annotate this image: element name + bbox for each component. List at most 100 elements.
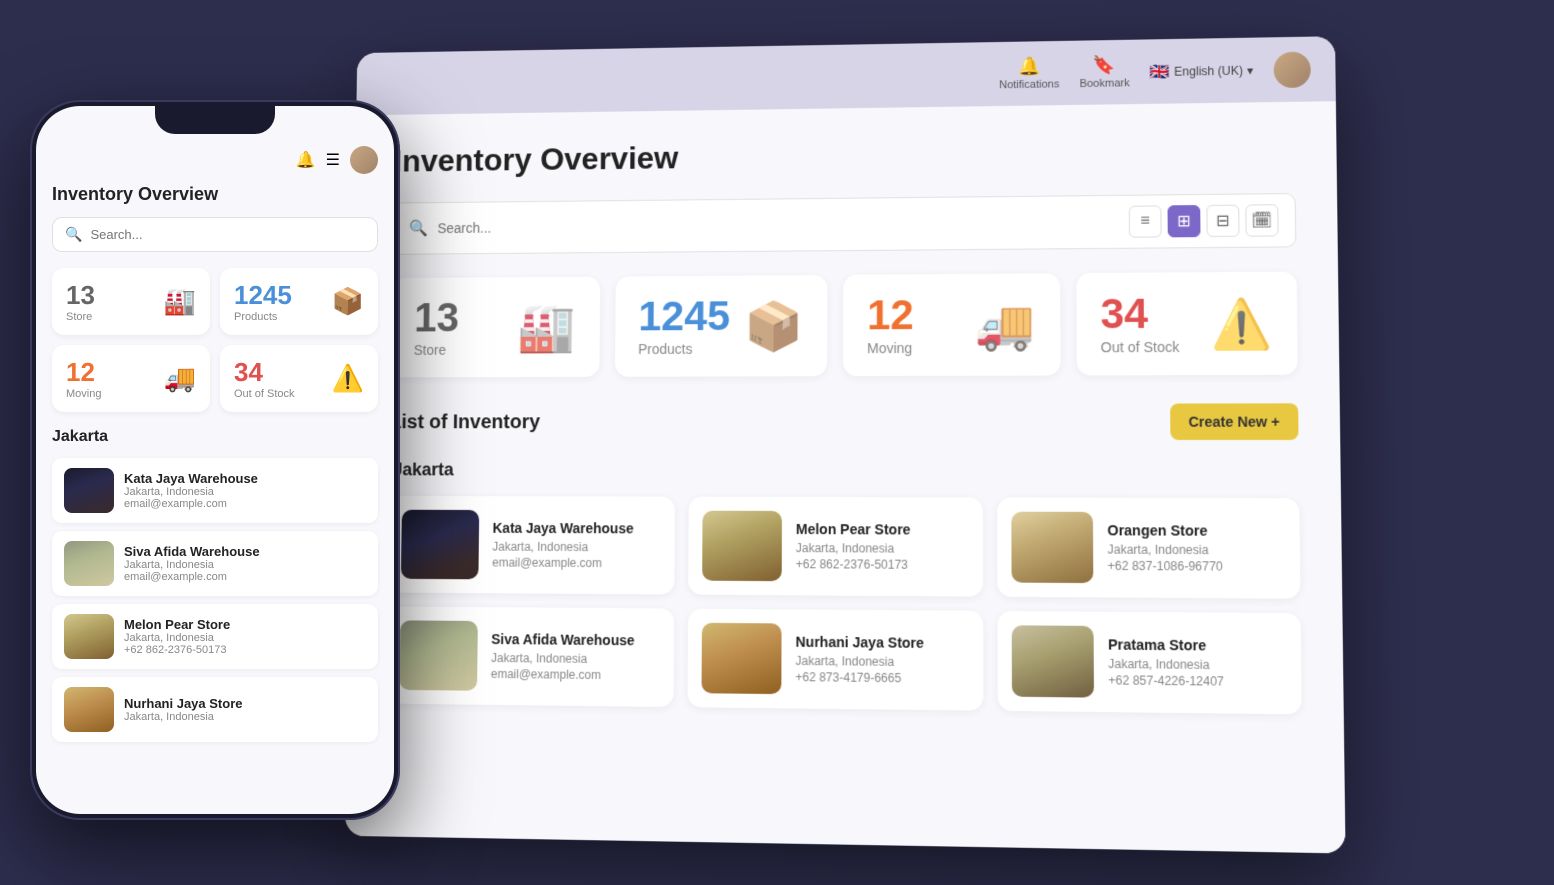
inventory-card-4[interactable]: Nurhani Jaya Store Jakarta, Indonesia +6…	[688, 609, 984, 711]
create-new-button[interactable]: Create New +	[1170, 403, 1299, 440]
phone-list-name-1: Siva Afida Warehouse	[124, 544, 260, 559]
inventory-image-2	[1011, 512, 1093, 583]
phone-city-name: Jakarta	[52, 428, 378, 446]
store-contact-5: +62 857-4226-12407	[1108, 673, 1224, 689]
inventory-card-2[interactable]: Orangen Store Jakarta, Indonesia +62 837…	[997, 497, 1300, 598]
phone-bell-icon[interactable]: 🔔	[296, 150, 316, 170]
inventory-card-3[interactable]: Siva Afida Warehouse Jakarta, Indonesia …	[386, 606, 675, 707]
phone-content: 🔔 ☰ Inventory Overview 🔍 13 Store	[36, 106, 394, 814]
phone-list-item-3[interactable]: Nurhani Jaya Store Jakarta, Indonesia	[52, 677, 378, 742]
inventory-info-2: Orangen Store Jakarta, Indonesia +62 837…	[1107, 522, 1223, 574]
phone-stat-number-oos: 34	[234, 357, 295, 388]
store-location-1: Jakarta, Indonesia	[796, 541, 911, 556]
language-selector[interactable]: 🇬🇧 English (UK) ▾	[1150, 60, 1254, 82]
phone-search-input[interactable]	[90, 227, 365, 242]
phone-truck-icon: 🚚	[164, 363, 196, 394]
phone-products-icon: 📦	[332, 286, 364, 317]
stat-card-products: 1245 Products 📦	[614, 275, 827, 377]
stat-card-store: 13 Store 🏭	[390, 277, 599, 378]
grid-view-button[interactable]: ⊞	[1168, 205, 1201, 237]
stat-label-products: Products	[638, 341, 730, 357]
store-location-4: Jakarta, Indonesia	[795, 654, 924, 669]
phone-stat-label-store: Store	[66, 311, 95, 323]
section-header: List of Inventory Create New +	[389, 403, 1298, 440]
store-name-4: Nurhani Jaya Store	[795, 634, 923, 651]
search-icon: 🔍	[409, 219, 428, 239]
compact-view-button[interactable]: ⊟	[1206, 205, 1239, 237]
truck-icon: 🚚	[975, 296, 1036, 353]
phone-stat-label-moving: Moving	[66, 388, 101, 400]
phone-stat-number-store: 13	[66, 280, 95, 311]
phone-search-bar: 🔍	[52, 217, 378, 252]
phone-list-img-0	[64, 468, 114, 513]
city-name: Jakarta	[389, 460, 1299, 482]
notifications-label: Notifications	[999, 78, 1059, 91]
search-input[interactable]	[437, 214, 1118, 236]
inventory-info-5: Pratama Store Jakarta, Indonesia +62 857…	[1108, 636, 1224, 688]
stat-info-products: 1245 Products	[638, 295, 730, 357]
inventory-image-5	[1012, 625, 1094, 697]
bell-icon: 🔔	[1018, 56, 1041, 77]
store-name-2: Orangen Store	[1107, 522, 1222, 539]
store-name-5: Pratama Store	[1108, 636, 1224, 653]
phone-stat-number-products: 1245	[234, 280, 292, 311]
stat-info-store: 13 Store	[414, 297, 460, 358]
phone-stat-products: 1245 Products 📦	[220, 268, 378, 335]
desktop-window: 🔔 Notifications 🔖 Bookmark 🇬🇧 English (U…	[345, 36, 1346, 853]
stat-card-out-of-stock: 34 Out of Stock ⚠️	[1076, 272, 1298, 376]
phone-list-loc-3: Jakarta, Indonesia	[124, 711, 243, 723]
view-controls: ≡ ⊞ ⊟ 🗓	[1129, 204, 1279, 237]
phone-list-img-3	[64, 687, 114, 732]
stat-number-moving: 12	[867, 294, 914, 336]
inventory-card-5[interactable]: Pratama Store Jakarta, Indonesia +62 857…	[997, 611, 1301, 714]
phone-list-item-2[interactable]: Melon Pear Store Jakarta, Indonesia +62 …	[52, 604, 378, 669]
avatar[interactable]	[1274, 51, 1311, 88]
search-bar: 🔍 ≡ ⊞ ⊟ 🗓	[392, 193, 1296, 255]
inventory-image-3	[399, 620, 478, 690]
inventory-grid: Kata Jaya Warehouse Jakarta, Indonesia e…	[386, 496, 1302, 714]
phone-list-contact-1: email@example.com	[124, 571, 260, 583]
phone-warehouse-icon: 🏭	[164, 286, 196, 317]
phone-list: Kata Jaya Warehouse Jakarta, Indonesia e…	[52, 458, 378, 742]
phone-stat-moving: 12 Moving 🚚	[52, 345, 210, 412]
inventory-image-1	[702, 511, 782, 581]
inventory-card-0[interactable]: Kata Jaya Warehouse Jakarta, Indonesia e…	[387, 496, 675, 595]
phone-list-contact-0: email@example.com	[124, 498, 258, 510]
phone-inner: 🔔 ☰ Inventory Overview 🔍 13 Store	[36, 106, 394, 814]
bookmark-icon: 🔖	[1093, 55, 1116, 76]
stat-number-products: 1245	[638, 295, 730, 337]
store-location-3: Jakarta, Indonesia	[491, 651, 634, 666]
store-name-1: Melon Pear Store	[796, 521, 911, 538]
phone-topbar: 🔔 ☰	[52, 146, 378, 174]
stat-label-store: Store	[414, 342, 459, 358]
inventory-card-1[interactable]: Melon Pear Store Jakarta, Indonesia +62 …	[688, 497, 983, 597]
phone-list-name-3: Nurhani Jaya Store	[124, 696, 243, 711]
phone-list-item-0[interactable]: Kata Jaya Warehouse Jakarta, Indonesia e…	[52, 458, 378, 523]
phone-list-item-1[interactable]: Siva Afida Warehouse Jakarta, Indonesia …	[52, 531, 378, 596]
phone-search-icon: 🔍	[65, 226, 82, 243]
phone-menu-icon[interactable]: ☰	[326, 150, 340, 170]
section-title: List of Inventory	[390, 411, 541, 434]
store-location-5: Jakarta, Indonesia	[1108, 657, 1224, 672]
stat-info-moving: 12 Moving	[867, 294, 914, 356]
calendar-view-button[interactable]: 🗓	[1245, 204, 1278, 236]
bookmark-button[interactable]: 🔖 Bookmark	[1079, 55, 1129, 90]
store-contact-2: +62 837-1086-96770	[1108, 559, 1223, 574]
phone-stats-grid: 13 Store 🏭 1245 Products 📦	[52, 268, 378, 412]
mobile-phone: 🔔 ☰ Inventory Overview 🔍 13 Store	[30, 100, 400, 820]
phone-list-name-0: Kata Jaya Warehouse	[124, 471, 258, 486]
phone-page-title: Inventory Overview	[52, 184, 378, 205]
inventory-info-3: Siva Afida Warehouse Jakarta, Indonesia …	[491, 631, 635, 682]
stat-info-out-of-stock: 34 Out of Stock	[1100, 293, 1179, 356]
phone-stat-label-products: Products	[234, 311, 292, 323]
warehouse-icon: 🏭	[518, 299, 577, 355]
store-contact-3: email@example.com	[491, 667, 634, 683]
store-contact-4: +62 873-4179-6665	[795, 670, 924, 686]
phone-avatar[interactable]	[350, 146, 378, 174]
stat-label-moving: Moving	[867, 340, 914, 356]
store-location-2: Jakarta, Indonesia	[1107, 542, 1222, 557]
notifications-button[interactable]: 🔔 Notifications	[999, 56, 1059, 91]
store-contact-1: +62 862-2376-50173	[796, 557, 911, 572]
list-view-button[interactable]: ≡	[1129, 205, 1162, 237]
phone-stat-number-moving: 12	[66, 357, 101, 388]
